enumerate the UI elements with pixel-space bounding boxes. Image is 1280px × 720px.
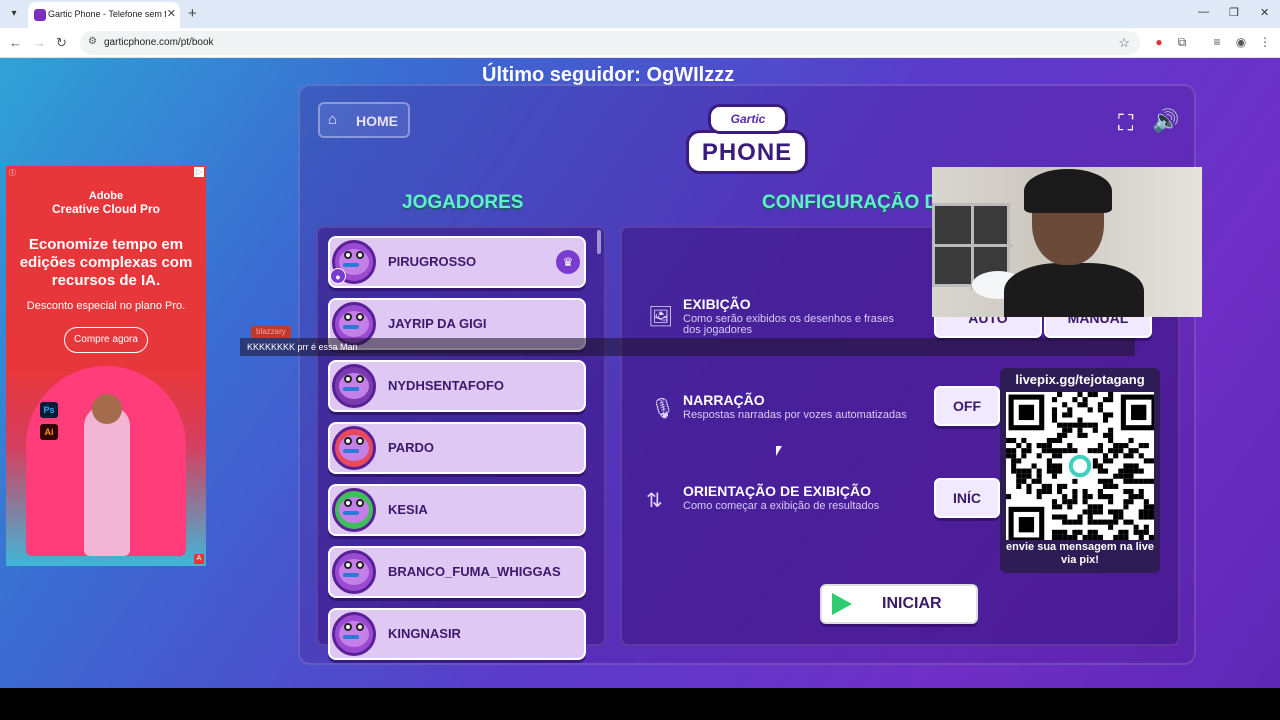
player-avatar-icon [332,612,376,656]
exhibition-desc: Como serão exibidos os desenhos e frases… [683,313,894,336]
forward-icon[interactable]: → [33,35,46,50]
window-close-button[interactable]: ✕ [1260,6,1269,19]
player-name: JAYRIP DA GIGI [388,316,487,331]
player-card[interactable]: NYDHSENTAFOFO [328,360,586,412]
settings-title: CONFIGURAÇÃO DO [762,192,932,213]
user-badge-icon: ● [330,268,346,284]
logo-phone-text: PHONE [701,139,793,166]
browser-tab[interactable]: Gartic Phone - Telefone sem fio ✕ [28,2,180,28]
player-avatar-icon [332,426,376,470]
site-info-icon[interactable]: ⚙ [88,36,97,47]
player-name: KINGNASIR [388,626,461,641]
media-control-icon[interactable]: ≡ [1210,35,1224,49]
player-card[interactable]: KINGNASIR [328,608,586,660]
player-card[interactable]: PARDO [328,422,586,474]
browser-toolbar: ← → ↻ ⚙ garticphone.com/pt/book ☆ ● ⧉ ≡ … [0,28,1280,58]
ad-cta-button[interactable]: Compre agora [64,327,148,353]
orientation-desc: Como começar a exibição de resultados [683,500,880,512]
narration-desc: Respostas narradas por vozes automatizad… [683,409,907,421]
player-name: KESIA [388,502,428,517]
qr-code-icon [1006,392,1154,540]
player-avatar-icon [332,488,376,532]
url-text[interactable]: garticphone.com/pt/book [104,37,214,48]
gartic-favicon-icon [34,9,46,21]
chat-username: blazzary [251,326,291,338]
host-crown-icon: ♛ [556,250,580,274]
ad-headline: Economize tempo em edições complexas com… [19,236,193,289]
home-icon: ⌂ [328,111,338,128]
narration-title: NARRAÇÃO [683,392,765,408]
adobe-ad[interactable]: ⓘ ▷ Adobe Creative Cloud Pro Economize t… [6,166,206,566]
extension-icon[interactable]: ● [1152,35,1166,49]
start-button[interactable]: INICIAR [820,584,978,624]
qr-caption: envie sua mensagem na live via pix! [1006,541,1154,566]
restore-button[interactable]: ❐ [1229,6,1239,19]
narration-toggle[interactable]: OFF [934,386,1000,426]
home-button[interactable]: ⌂ HOME [318,102,410,138]
player-name: BRANCO_FUMA_WHIGGAS [388,564,561,579]
extensions-puzzle-icon[interactable]: ⧉ [1175,35,1189,49]
bookmark-star-icon[interactable]: ☆ [1118,35,1130,51]
player-name: PIRUGROSSO [388,254,477,269]
ad-description: Desconto especial no plano Pro. [26,300,186,312]
player-name: PARDO [388,440,434,455]
webcam-feed [932,167,1202,317]
chat-message: KKKKKKKK prr é essa Man [247,342,358,352]
image-icon: 🖼 [648,306,674,328]
player-card[interactable]: PIRUGROSSO ♛ ● [328,236,586,288]
players-title: JOGADORES [402,192,524,213]
photoshop-icon: Ps [40,402,58,418]
microphone-icon: 🎙 [650,398,676,420]
orientation-title: ORIENTAÇÃO DE EXIBIÇÃO [683,483,871,499]
ad-brand: Adobe [88,190,124,202]
fullscreen-icon[interactable]: ⛶ [1118,110,1133,136]
browser-tab-bar: ▾ Gartic Phone - Telefone sem fio ✕ + — … [0,0,1280,28]
home-label: HOME [356,113,398,129]
qr-title: livepix.gg/tejotagang [1015,372,1145,387]
gartic-page: Último seguidor: OgWIlzzz ⌂ HOME PHONE G… [0,58,1280,688]
chat-overlay [240,338,1135,356]
back-icon[interactable]: ← [9,35,22,50]
gartic-phone-logo: PHONE Gartic [686,104,808,178]
profile-avatar-icon[interactable]: ◉ [1234,35,1248,49]
player-avatar-icon [332,364,376,408]
tab-close-icon[interactable]: ✕ [167,7,176,20]
tab-title: Gartic Phone - Telefone sem fio [48,9,166,19]
player-avatar-icon [332,550,376,594]
minimize-button[interactable]: — [1198,6,1209,18]
mouse-cursor-icon [776,446,782,456]
taskbar-area [0,688,1280,720]
browser-menu-icon[interactable]: ⋮ [1258,35,1272,49]
livepix-qr-panel: livepix.gg/tejotagang envie sua mensagem… [1000,368,1160,573]
tab-search-icon[interactable]: ▾ [6,6,22,22]
player-card[interactable]: KESIA [328,484,586,536]
adchoices-icon[interactable]: ▷ [194,167,204,177]
player-name: NYDHSENTAFOFO [388,378,505,393]
ad-info-icon[interactable]: ⓘ [9,168,16,178]
start-label: INICIAR [882,595,942,612]
ad-product: Creative Cloud Pro [51,202,161,216]
exhibition-title: EXIBIÇÃO [683,296,751,312]
orientation-select[interactable]: INÍC [934,478,1000,518]
logo-gartic-text: Gartic [730,112,766,126]
illustrator-icon: Ai [40,424,58,440]
sort-arrows-icon: ⇅ [646,490,663,512]
reload-icon[interactable]: ↻ [56,35,67,51]
adobe-logo-icon: A [194,554,204,564]
volume-icon[interactable]: 🔊 [1152,108,1179,134]
player-card[interactable]: BRANCO_FUMA_WHIGGAS [328,546,586,598]
play-icon [832,593,852,615]
address-bar[interactable]: ⚙ garticphone.com/pt/book ☆ [80,31,1140,55]
new-tab-button[interactable]: + [188,5,197,22]
players-scrollbar[interactable] [597,230,601,254]
